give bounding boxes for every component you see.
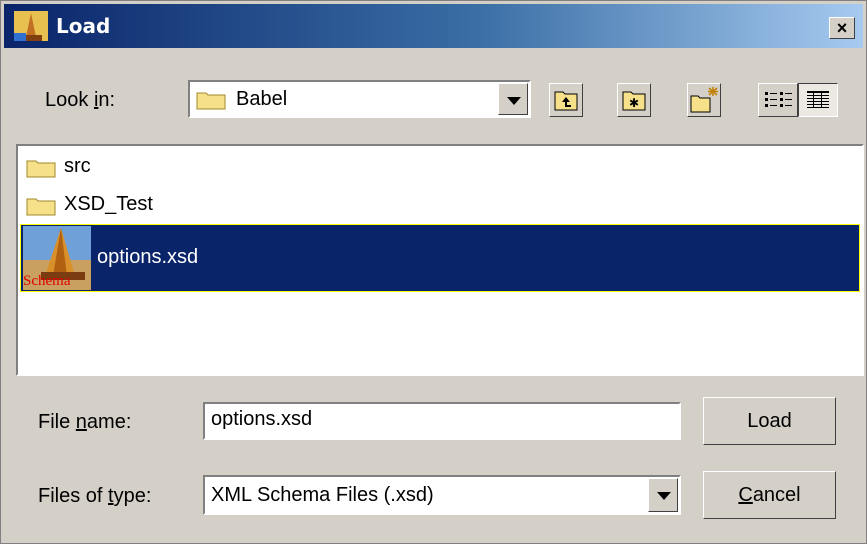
load-dialog: Load × Look in: Babel ✱ src XSD_Test Sch…	[0, 0, 867, 544]
up-one-level-icon	[554, 91, 578, 111]
dialog-title: Load	[56, 14, 111, 38]
folder-icon	[196, 92, 226, 110]
up-one-level-button[interactable]	[549, 83, 583, 117]
new-folder-button[interactable]	[687, 83, 721, 117]
close-icon: ×	[836, 18, 848, 38]
details-view-button[interactable]	[798, 83, 838, 117]
list-item-xsd-test[interactable]: XSD_Test	[22, 186, 858, 222]
filetype-dropdown[interactable]: XML Schema Files (.xsd)	[203, 475, 681, 515]
home-folder-icon: ✱	[622, 91, 646, 111]
lookin-dropdown[interactable]: Babel	[188, 80, 531, 118]
folder-icon	[26, 198, 56, 216]
load-button[interactable]: Load	[703, 397, 836, 445]
lookin-value: Babel	[236, 88, 288, 110]
title-bar[interactable]: Load ×	[4, 4, 863, 48]
file-name: src	[64, 155, 91, 177]
file-name: XSD_Test	[64, 193, 153, 215]
file-list[interactable]: src XSD_Test Schema options.xsd	[16, 144, 864, 376]
chevron-down-icon[interactable]	[648, 478, 678, 512]
folder-icon	[26, 160, 56, 178]
new-folder-icon	[690, 87, 718, 113]
filename-label: File name:	[38, 411, 132, 433]
list-item-options-xsd[interactable]: Schema options.xsd	[20, 224, 860, 292]
schema-icon-text: Schema	[23, 273, 71, 289]
list-view-button[interactable]	[758, 83, 798, 117]
cancel-button[interactable]: Cancel	[703, 471, 836, 519]
schema-app-icon	[14, 11, 48, 41]
close-button[interactable]: ×	[829, 17, 855, 39]
lookin-label: Look in:	[45, 89, 116, 111]
details-view-icon	[807, 91, 829, 108]
file-name: options.xsd	[97, 246, 199, 268]
home-folder-button[interactable]: ✱	[617, 83, 651, 117]
svg-text:✱: ✱	[629, 96, 639, 110]
filename-input[interactable]: options.xsd	[203, 402, 681, 440]
filetype-label: Files of type:	[38, 485, 152, 507]
filetype-value: XML Schema Files (.xsd)	[211, 484, 434, 506]
list-view-icon	[765, 92, 792, 107]
chevron-down-icon[interactable]	[498, 83, 528, 115]
list-item-src[interactable]: src	[22, 148, 858, 184]
